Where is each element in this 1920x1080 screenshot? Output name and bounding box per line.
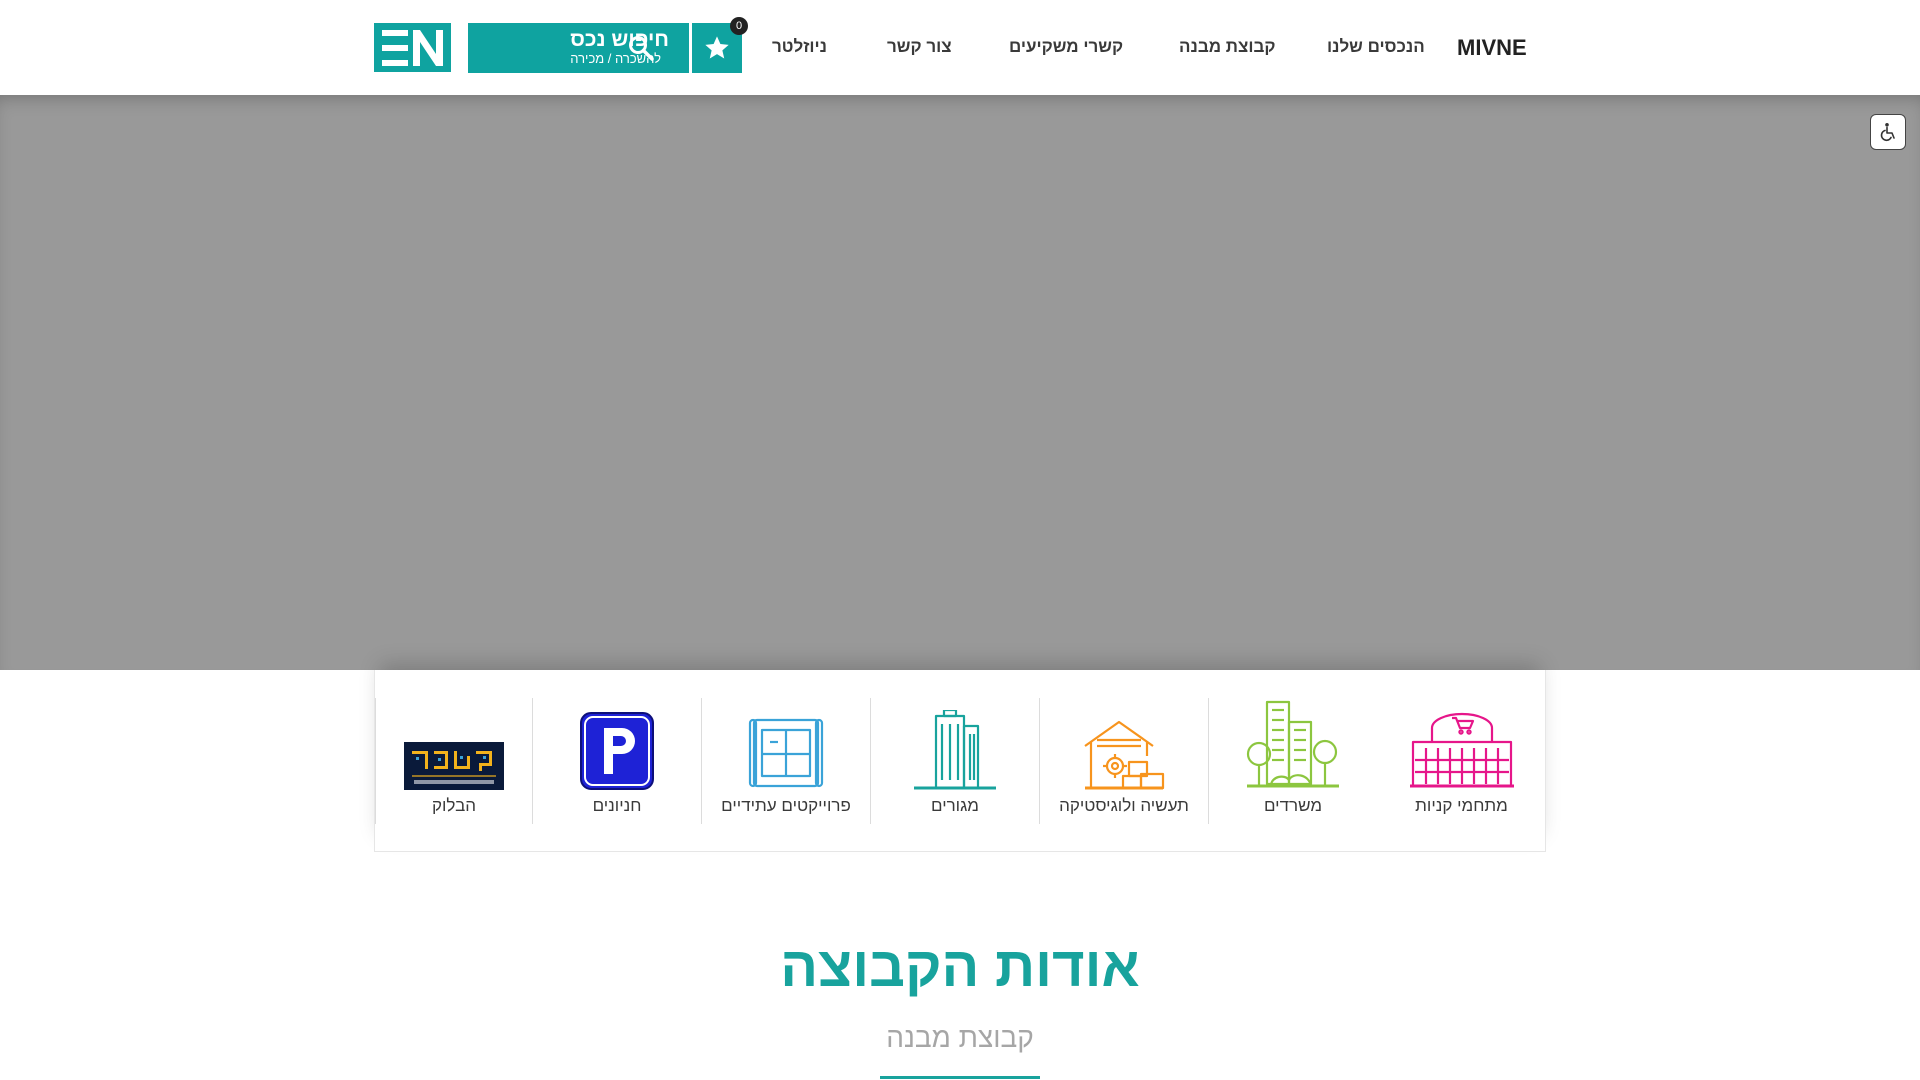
mivne-logo-text: MIVNE (1457, 35, 1527, 60)
blueprint-icon (731, 698, 841, 790)
site-header: חיפוש נכס להשכרה / מכירה 0 ניוזלטר צור ק… (0, 0, 1920, 95)
mivne-logo-icon: MIVNE (1457, 35, 1527, 60)
category-residential[interactable]: מגורים (870, 698, 1039, 824)
residential-tower-icon (900, 698, 1010, 790)
category-label: תעשיה ולוגיסטיקה (1059, 796, 1189, 815)
category-label: משרדים (1263, 796, 1323, 815)
header-inner: חיפוש נכס להשכרה / מכירה 0 ניוזלטר צור ק… (374, 17, 1546, 73)
parking-icon (562, 698, 672, 790)
search-title: חיפוש נכס (570, 28, 669, 51)
star-icon (705, 36, 729, 59)
industry-logistics-icon (1069, 698, 1179, 790)
about-title: אודות הקבוצה (780, 935, 1140, 998)
category-label: מגורים (931, 796, 979, 815)
about-divider (880, 1076, 1040, 1079)
en-language-logo[interactable] (374, 23, 451, 72)
nav-our-properties[interactable]: הנכסים שלנו (1327, 37, 1425, 57)
nav-investor-relations[interactable]: קשרי משקיעים (1009, 37, 1123, 57)
shopping-mall-icon (1407, 698, 1517, 790)
office-buildings-icon (1238, 698, 1348, 790)
nav-mivne-group[interactable]: קבוצת מבנה (1179, 37, 1275, 57)
category-label: חניונים (592, 796, 642, 815)
category-offices[interactable]: משרדים (1208, 698, 1377, 824)
the-block-logo (399, 698, 509, 790)
category-the-block[interactable]: הבלוק (375, 698, 532, 824)
nav-contact[interactable]: צור קשר (887, 37, 952, 57)
category-future-projects[interactable]: פרוייקטים עתידיים (701, 698, 870, 824)
category-label: מתחמי קניות (1415, 796, 1508, 815)
nav-newsletter[interactable]: ניוזלטר (772, 37, 827, 57)
category-shopping-malls[interactable]: מתחמי קניות (1377, 698, 1546, 824)
accessibility-button[interactable] (1870, 114, 1906, 150)
search-texts: חיפוש נכס להשכרה / מכירה (570, 29, 669, 67)
property-search-button[interactable]: חיפוש נכס להשכרה / מכירה (468, 23, 689, 73)
about-subtitle: קבוצת מבנה (886, 1022, 1034, 1053)
en-logo-icon (381, 29, 443, 66)
category-industry-logistics[interactable]: תעשיה ולוגיסטיקה (1039, 698, 1208, 824)
category-label: הבלוק (431, 796, 477, 815)
mivne-logo[interactable]: MIVNE (1457, 34, 1545, 60)
search-icon (629, 36, 654, 61)
hero-banner (0, 95, 1920, 670)
category-label: פרוייקטים עתידיים (721, 796, 851, 815)
favorites-count-badge: 0 (730, 17, 748, 35)
wheelchair-icon (1880, 123, 1895, 142)
category-parking[interactable]: חניונים (532, 698, 701, 824)
property-categories-bar: מתחמי קניות משרדים תעשיה ולוגיסטיקה מגור… (374, 670, 1546, 852)
